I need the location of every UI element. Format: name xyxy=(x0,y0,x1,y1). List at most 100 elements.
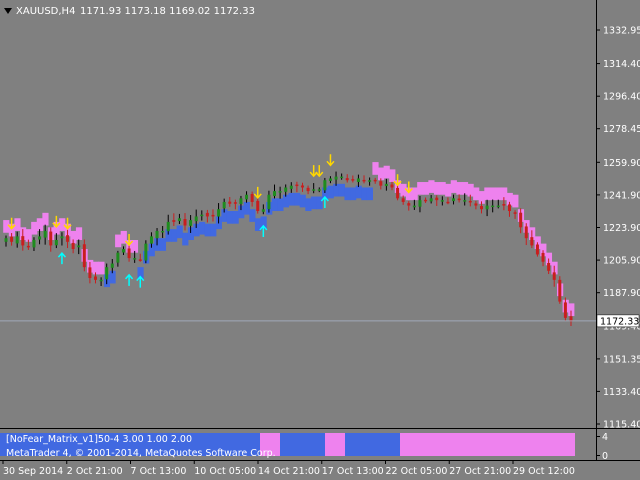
candle-body xyxy=(149,236,153,244)
band-pink xyxy=(461,182,469,195)
band-blue xyxy=(288,192,295,206)
candle-body xyxy=(547,263,551,271)
candle-body xyxy=(94,276,98,280)
band-pink xyxy=(400,183,407,197)
band-blue xyxy=(361,187,368,201)
candle-body xyxy=(440,200,444,202)
time-axis: 30 Sep 2014 2 Oct 21:00 7 Oct 13:00 10 Oct … xyxy=(2,460,575,477)
candle-body xyxy=(284,187,288,192)
candle-body xyxy=(412,205,416,208)
histogram-blue-segment xyxy=(345,433,400,456)
arrow-down-icon xyxy=(326,154,335,167)
band-pink xyxy=(372,162,379,175)
candle-body xyxy=(245,194,249,200)
band-blue xyxy=(171,229,178,242)
candle-body xyxy=(373,179,377,182)
candle-body xyxy=(10,236,14,242)
candle-body xyxy=(38,236,42,240)
time-tick-label: 22 Oct 05:00 xyxy=(386,466,448,477)
candle-body xyxy=(312,189,316,191)
candle-body xyxy=(66,235,70,242)
candle-body xyxy=(233,202,237,204)
band-pink xyxy=(36,218,43,231)
band-pink xyxy=(31,221,38,235)
band-blue xyxy=(338,183,346,197)
candle-body xyxy=(356,178,360,182)
band-pink xyxy=(484,187,491,201)
symbol-timeframe-label: XAUUSD,H4 xyxy=(16,6,75,17)
price-tick-label: 1115.40 xyxy=(603,420,640,431)
time-tick-label: 29 Oct 12:00 xyxy=(513,466,575,477)
band-blue xyxy=(355,185,362,199)
band-pink xyxy=(456,182,463,195)
band-blue xyxy=(176,225,183,239)
candle-body xyxy=(43,230,47,238)
candle-body xyxy=(563,302,567,318)
price-axis: 1332.95 1314.40 1296.40 1278.45 1259.90 1241.… xyxy=(596,26,640,431)
candle-body xyxy=(328,178,332,181)
band-blue xyxy=(310,196,318,210)
candle-body xyxy=(334,176,338,180)
price-tick-label: 1296.40 xyxy=(603,92,640,103)
candle-body xyxy=(384,183,388,187)
candle-body xyxy=(21,236,25,246)
candle-body xyxy=(485,205,489,210)
candle-body xyxy=(289,185,293,189)
band-blue xyxy=(198,221,206,235)
band-pink xyxy=(512,194,519,208)
arrow-up-icon xyxy=(57,251,67,265)
candle-body xyxy=(323,180,327,191)
band-pink xyxy=(445,183,452,197)
candle-body xyxy=(222,201,226,209)
time-tick-label: 14 Oct 21:00 xyxy=(258,466,320,477)
time-tick-label: 17 Oct 13:00 xyxy=(322,466,384,477)
indicator-copyright: MetaTrader 4, © 2001-2014, MetaQuotes So… xyxy=(6,448,276,459)
current-price-label: 1172.33 xyxy=(600,316,639,327)
candle-body xyxy=(317,189,321,191)
chart-dropdown-triangle-icon[interactable] xyxy=(4,8,12,14)
band-blue xyxy=(366,187,374,201)
band-blue xyxy=(210,223,217,237)
candle-body xyxy=(407,203,411,206)
time-tick-label: 10 Oct 05:00 xyxy=(194,466,256,477)
candle-body xyxy=(424,199,428,202)
candle-body xyxy=(250,194,254,202)
candle-body xyxy=(205,212,209,217)
candle-body xyxy=(183,219,187,226)
candle-body xyxy=(390,184,394,188)
candle-body xyxy=(379,181,383,186)
candle-body xyxy=(88,267,92,279)
band-pink xyxy=(42,212,49,226)
band-blue xyxy=(243,201,250,215)
band-pink xyxy=(495,187,502,201)
price-tick-label: 1278.45 xyxy=(603,124,640,135)
histogram-pink-segment xyxy=(325,433,345,456)
candle-body xyxy=(99,279,103,282)
candle-body xyxy=(362,179,366,182)
candle-body xyxy=(295,184,299,187)
band-pink xyxy=(489,187,497,201)
candle-body xyxy=(54,239,58,246)
candle-body xyxy=(552,272,556,280)
band-pink xyxy=(389,169,396,183)
band-blue xyxy=(204,223,211,237)
candle-body xyxy=(155,230,159,239)
time-tick-label: 30 Sep 2014 xyxy=(3,466,63,477)
band-pink xyxy=(411,187,418,201)
candle-body xyxy=(267,194,271,210)
candle-body xyxy=(211,214,215,217)
price-tick-label: 1187.90 xyxy=(603,288,640,299)
band-pink xyxy=(467,183,474,197)
band-pink xyxy=(473,187,480,201)
price-tick-label: 1259.90 xyxy=(603,158,640,169)
candle-body xyxy=(340,176,344,179)
candle-body xyxy=(496,205,500,208)
time-tick-label: 27 Oct 21:00 xyxy=(449,466,511,477)
price-chart[interactable]: XAUUSD,H4 1171.93 1173.18 1169.02 1172.3… xyxy=(0,0,640,480)
candle-body xyxy=(239,198,243,204)
band-pink xyxy=(115,234,122,248)
band-pink xyxy=(439,182,446,195)
time-tick-label: 2 Oct 21:00 xyxy=(67,466,123,477)
candle-body xyxy=(189,220,193,226)
candle-body xyxy=(396,187,400,199)
